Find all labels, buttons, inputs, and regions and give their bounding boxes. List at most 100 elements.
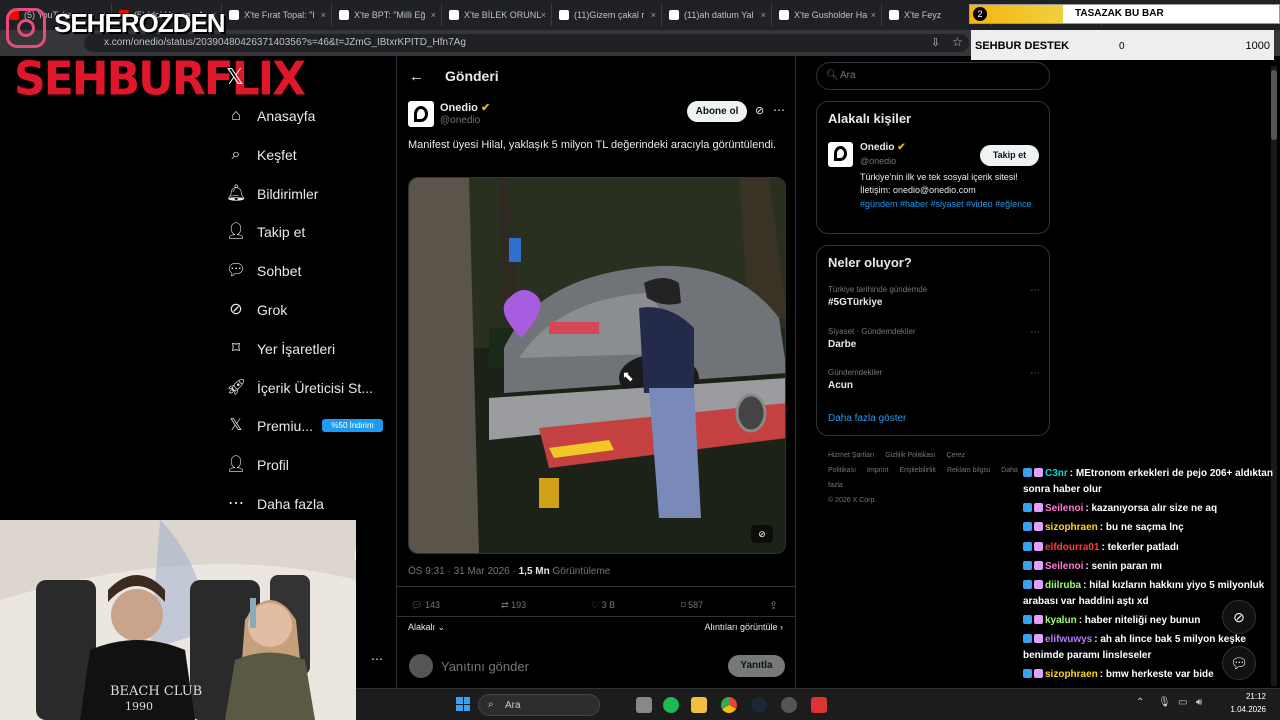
sidebar-item[interactable]: 👤︎ Profil [226, 450, 396, 480]
tiktok-icon [669, 10, 679, 20]
close-tab-icon[interactable]: × [871, 4, 876, 26]
footer-link[interactable]: Reklam bilgisi [947, 467, 990, 474]
browser-tab[interactable]: (11)ah datlum Yal × [664, 4, 772, 26]
quotes-link[interactable]: Alıntıları görüntüle › [704, 622, 783, 632]
x-icon [779, 10, 789, 20]
footer-link[interactable]: Gizlilik Politikası [885, 452, 935, 459]
onedio-avatar[interactable] [408, 101, 434, 127]
browser-tab[interactable]: (11)Gizem çakal r × [554, 4, 662, 26]
more-options-icon[interactable]: ⋯ [1030, 285, 1040, 296]
clock-time[interactable]: 21:12 [1216, 692, 1266, 701]
grok-fab-icon[interactable]: ⊘ [1222, 600, 1256, 634]
person-handle[interactable]: @onedio [860, 156, 896, 166]
share-icon[interactable]: ⇪ [769, 599, 778, 612]
task-view-icon[interactable] [636, 697, 652, 713]
chrome-icon[interactable] [721, 697, 737, 713]
x-icon [449, 10, 459, 20]
repost-action[interactable]: ⇄ 193 [501, 600, 526, 611]
steam-icon[interactable] [751, 697, 767, 713]
back-arrow-icon[interactable]: ← [409, 68, 424, 85]
scrollbar-thumb[interactable] [1271, 70, 1277, 140]
x-logo-icon[interactable]: 𝕏 [226, 64, 244, 90]
sidebar-item[interactable]: 👤︎ Takip et [226, 217, 396, 247]
network-icon[interactable]: ▭ [1178, 697, 1187, 708]
footer-link[interactable]: Erişilebilirlik [899, 467, 936, 474]
tab-title: X'te BPT: "Milli Eğ [354, 10, 426, 20]
sidebar-item[interactable]: ⌂ Anasayfa [226, 101, 396, 131]
clock-date[interactable]: 1.04.2026 [1216, 705, 1266, 714]
more-options-icon[interactable]: ⋯ [1030, 327, 1040, 338]
trend-item[interactable]: Siyaset · Gündemdekiler Darbe ⋯ [828, 327, 1040, 361]
grok-icon[interactable]: ⊘ [755, 104, 764, 117]
tray-chevron-icon[interactable]: ⌃ [1136, 697, 1144, 708]
post-image[interactable]: ⊘ [408, 177, 786, 554]
sidebar-item-label: Keşfet [257, 146, 297, 163]
bookmark-icon: ⌑ [231, 339, 241, 357]
file-explorer-icon[interactable] [691, 697, 707, 713]
sidebar-item[interactable]: 💬︎ Sohbet [226, 256, 396, 286]
image-grok-icon[interactable]: ⊘ [751, 525, 773, 543]
taskbar-search[interactable]: ⌕ Ara [478, 694, 600, 716]
sidebar-item[interactable]: ⊘ Grok [226, 295, 396, 325]
person-tags[interactable]: #gündem #haber #siyaset #video #eğlence [860, 198, 1040, 211]
reply-button[interactable]: Yanıtla [728, 655, 785, 677]
chat-username[interactable]: diilruba [1045, 580, 1081, 591]
close-tab-icon[interactable]: × [651, 4, 656, 26]
sidebar-item[interactable]: ⋯ Daha fazla [226, 489, 396, 519]
install-icon[interactable]: ⇩ [931, 36, 940, 49]
chat-username[interactable]: sizophraen [1045, 669, 1098, 680]
search-box[interactable]: 🔍︎ Ara [816, 62, 1050, 90]
person-name[interactable]: Onedio ✔ [860, 142, 906, 153]
chat-username[interactable]: elifwuwys [1045, 634, 1092, 645]
footer-link[interactable]: Imprint [867, 467, 888, 474]
author-name[interactable]: Onedio ✔ [440, 101, 490, 114]
windows-start-icon[interactable] [456, 697, 470, 711]
bookmark-star-icon[interactable]: ☆ [952, 35, 963, 49]
trend-item[interactable]: Türkiye tarihinde gündemde #5GTürkiye ⋯ [828, 285, 1040, 319]
browser-tab[interactable]: X'te BPT: "Milli Eğ × [334, 4, 442, 26]
chat-username[interactable]: sizophraen [1045, 522, 1098, 533]
microphone-icon[interactable]: 🎙︎ [1158, 697, 1171, 708]
volume-icon[interactable]: 🔊︎ [1196, 697, 1202, 708]
more-options-icon[interactable]: ⋯ [773, 103, 785, 117]
browser-tab[interactable]: X'te BİLEK ORUNL × [444, 4, 552, 26]
trend-item[interactable]: Gündemdekiler Acun ⋯ [828, 368, 1040, 402]
chat-username[interactable]: elfdourra01 [1045, 542, 1099, 553]
more-options-icon[interactable]: ⋯ [371, 652, 383, 666]
close-tab-icon[interactable]: × [761, 4, 766, 26]
close-tab-icon[interactable]: × [541, 4, 546, 26]
reply-input[interactable]: Yanıtını gönder [441, 659, 529, 674]
related-dropdown[interactable]: Alakalı ⌄ [408, 622, 445, 633]
browser-tab[interactable]: X'te Gusholder Ha × [774, 4, 882, 26]
show-more-link[interactable]: Daha fazla göster [828, 413, 906, 424]
onedio-avatar[interactable] [828, 142, 853, 167]
chat-badge-icon [1023, 503, 1032, 512]
close-tab-icon[interactable]: × [431, 4, 436, 26]
obs-app-icon[interactable] [811, 697, 827, 713]
subscribe-button[interactable]: Abone ol [687, 101, 747, 122]
chat-username[interactable]: Seilenoi [1045, 503, 1083, 514]
sidebar-item[interactable]: ⌕ Keşfet [226, 140, 396, 170]
sidebar-item[interactable]: 🚀︎ İçerik Üreticisi St... [226, 373, 396, 403]
close-tab-icon[interactable]: × [321, 4, 326, 26]
sidebar-item[interactable]: ⌑ Yer İşaretleri [226, 334, 396, 364]
main-column: ← Gönderi Onedio ✔ @onedio Abone ol ⊘ ⋯ … [396, 56, 796, 688]
follow-button[interactable]: Takip et [980, 145, 1039, 166]
spotify-icon[interactable] [663, 697, 679, 713]
browser-tab[interactable]: X'te Fırat Topal: "I × [224, 4, 332, 26]
bookmark-action[interactable]: ⌑ 587 [681, 600, 703, 611]
copyright: © 2026 X Corp. [828, 497, 877, 504]
sidebar-item[interactable]: 🔔︎ Bildirimler [226, 179, 396, 209]
messages-fab-icon[interactable]: 💬︎ [1222, 646, 1256, 680]
footer-link[interactable]: Hizmet Şartları [828, 452, 874, 459]
chat-username[interactable]: C3nr [1045, 468, 1068, 479]
like-action[interactable]: ♡ 3 B [591, 600, 615, 611]
chat-username[interactable]: kyalun [1045, 615, 1077, 626]
chat-username[interactable]: Seilenoi [1045, 561, 1083, 572]
app-icon[interactable] [781, 697, 797, 713]
reply-action[interactable]: 💬︎ 143 [411, 600, 440, 611]
more-options-icon[interactable]: ⋯ [1030, 368, 1040, 379]
author-handle[interactable]: @onedio [440, 115, 480, 126]
chat-badge-icon [1034, 503, 1043, 512]
user-avatar[interactable] [409, 654, 433, 678]
